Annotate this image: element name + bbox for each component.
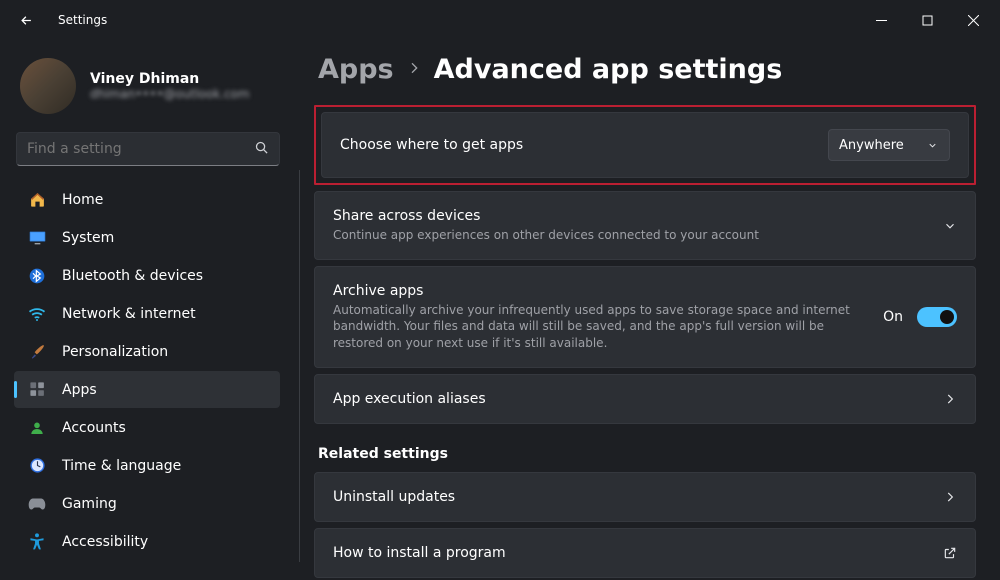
titlebar: Settings <box>0 0 1000 40</box>
sidebar-item-home[interactable]: Home <box>14 181 280 218</box>
search-box[interactable] <box>16 132 280 166</box>
nav-list: Home System Bluetooth & devices Network … <box>8 180 288 572</box>
setting-archive-apps[interactable]: Archive apps Automatically archive your … <box>314 266 976 368</box>
setting-install-program[interactable]: How to install a program <box>314 528 976 578</box>
setting-title: Archive apps <box>333 283 869 299</box>
sidebar-item-system[interactable]: System <box>14 219 280 256</box>
sidebar-item-accessibility[interactable]: Accessibility <box>14 523 280 560</box>
sidebar-item-label: Personalization <box>62 344 168 360</box>
gamepad-icon <box>28 495 46 513</box>
external-link-icon <box>943 546 957 560</box>
setting-subtitle: Continue app experiences on other device… <box>333 227 903 243</box>
sidebar: Viney Dhiman dhiman••••@outlook.com Home… <box>0 40 300 580</box>
system-icon <box>28 229 46 247</box>
main-content: Apps Advanced app settings Choose where … <box>300 40 1000 580</box>
breadcrumb: Apps Advanced app settings <box>314 54 976 85</box>
close-icon <box>968 15 979 26</box>
setting-execution-aliases[interactable]: App execution aliases <box>314 374 976 424</box>
bluetooth-icon <box>28 267 46 285</box>
setting-choose-apps[interactable]: Choose where to get apps Anywhere <box>321 112 969 178</box>
section-heading-related: Related settings <box>318 446 976 462</box>
archive-toggle[interactable] <box>917 307 957 327</box>
avatar <box>20 58 76 114</box>
chevron-right-icon <box>943 490 957 504</box>
sidebar-item-label: Bluetooth & devices <box>62 268 203 284</box>
back-button[interactable] <box>14 8 38 32</box>
minimize-icon <box>876 15 887 26</box>
sidebar-item-label: Home <box>62 192 103 208</box>
sidebar-item-label: Gaming <box>62 496 117 512</box>
choose-apps-dropdown[interactable]: Anywhere <box>828 129 950 161</box>
chevron-down-icon <box>943 219 957 233</box>
search-input[interactable] <box>27 141 254 157</box>
person-icon <box>28 419 46 437</box>
maximize-button[interactable] <box>904 0 950 40</box>
minimize-button[interactable] <box>858 0 904 40</box>
dropdown-value: Anywhere <box>839 138 904 153</box>
sidebar-item-label: Time & language <box>62 458 181 474</box>
sidebar-item-label: Network & internet <box>62 306 196 322</box>
apps-icon <box>28 381 46 399</box>
sidebar-item-network[interactable]: Network & internet <box>14 295 280 332</box>
sidebar-item-label: Apps <box>62 382 97 398</box>
setting-uninstall-updates[interactable]: Uninstall updates <box>314 472 976 522</box>
sidebar-item-apps[interactable]: Apps <box>14 371 280 408</box>
paintbrush-icon <box>28 343 46 361</box>
setting-title: Uninstall updates <box>333 489 929 505</box>
sidebar-item-label: System <box>62 230 114 246</box>
sidebar-item-personalization[interactable]: Personalization <box>14 333 280 370</box>
sidebar-item-time[interactable]: Time & language <box>14 447 280 484</box>
profile-name: Viney Dhiman <box>90 71 250 87</box>
profile-block[interactable]: Viney Dhiman dhiman••••@outlook.com <box>8 48 288 128</box>
breadcrumb-parent[interactable]: Apps <box>318 54 394 85</box>
sidebar-item-gaming[interactable]: Gaming <box>14 485 280 522</box>
highlight-frame: Choose where to get apps Anywhere <box>314 105 976 185</box>
page-title: Advanced app settings <box>434 54 783 85</box>
sidebar-item-label: Accounts <box>62 420 126 436</box>
home-icon <box>28 191 46 209</box>
wifi-icon <box>28 305 46 323</box>
setting-share-devices[interactable]: Share across devices Continue app experi… <box>314 191 976 260</box>
maximize-icon <box>922 15 933 26</box>
window-title: Settings <box>58 13 107 27</box>
profile-email: dhiman••••@outlook.com <box>90 87 250 101</box>
setting-subtitle: Automatically archive your infrequently … <box>333 302 869 351</box>
sidebar-item-accounts[interactable]: Accounts <box>14 409 280 446</box>
toggle-label: On <box>883 309 903 325</box>
chevron-right-icon <box>943 392 957 406</box>
arrow-left-icon <box>19 13 34 28</box>
setting-title: How to install a program <box>333 545 929 561</box>
accessibility-icon <box>28 533 46 551</box>
clock-icon <box>28 457 46 475</box>
sidebar-item-label: Accessibility <box>62 534 148 550</box>
chevron-down-icon <box>925 138 939 152</box>
setting-title: Share across devices <box>333 208 929 224</box>
sidebar-item-bluetooth[interactable]: Bluetooth & devices <box>14 257 280 294</box>
setting-title: Choose where to get apps <box>340 137 814 153</box>
search-icon <box>254 140 269 159</box>
chevron-right-icon <box>406 60 422 80</box>
close-button[interactable] <box>950 0 996 40</box>
setting-title: App execution aliases <box>333 391 929 407</box>
